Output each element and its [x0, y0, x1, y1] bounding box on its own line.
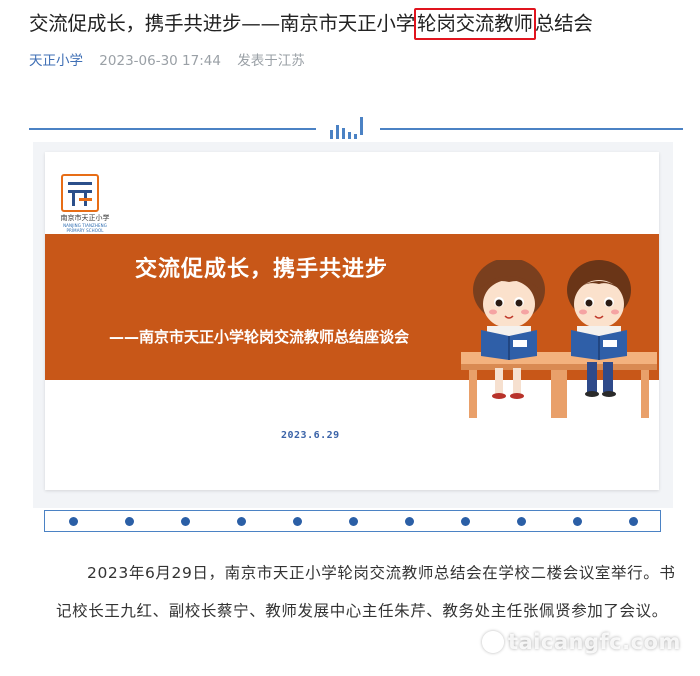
divider-dot	[405, 517, 414, 526]
title-text-after: 总结会	[534, 12, 593, 35]
title-highlight: 轮岗交流教师	[414, 8, 536, 40]
divider-dot	[293, 517, 302, 526]
divider-dot	[573, 517, 582, 526]
title-text-before: 交流促成长，携手共进步——南京市天正小学	[29, 12, 416, 35]
dots-divider	[44, 510, 661, 532]
school-logo-icon	[61, 174, 99, 212]
publish-time: 2023-06-30 17:44	[99, 53, 221, 69]
divider-dot	[517, 517, 526, 526]
article-meta: 天正小学 2023-06-30 17:44 发表于江苏	[29, 50, 305, 72]
watermark-text: taicangfc.com	[508, 630, 681, 654]
account-name-link[interactable]: 天正小学	[29, 53, 83, 69]
divider-dot	[629, 517, 638, 526]
divider-dot	[237, 517, 246, 526]
divider-badge	[316, 115, 380, 143]
divider-dot	[181, 517, 190, 526]
publish-location: 发表于江苏	[237, 53, 305, 69]
divider-dot	[349, 517, 358, 526]
bar-chart-icon	[330, 117, 366, 139]
logo-english-line-2: PRIMARY SCHOOL	[66, 228, 104, 233]
slide-subtitle: ——南京市天正小学轮岗交流教师总结座谈会	[109, 328, 410, 346]
divider-dot	[69, 517, 78, 526]
article-title: 交流促成长，携手共进步——南京市天正小学 轮岗交流教师 总结会	[29, 6, 689, 42]
students-reading-illustration	[461, 260, 657, 418]
logo-school-name: 南京市天正小学	[60, 214, 110, 222]
event-slide-image[interactable]: 南京市天正小学 NANJING TIANZHENG PRIMARY SCHOOL…	[45, 152, 659, 490]
article-paragraph: 2023年6月29日，南京市天正小学轮岗交流教师总结会在学校二楼会议室举行。书记…	[56, 564, 676, 620]
school-logo: 南京市天正小学 NANJING TIANZHENG PRIMARY SCHOOL	[59, 174, 110, 234]
site-watermark: taicangfc.com	[482, 630, 681, 658]
divider-dot	[461, 517, 470, 526]
divider-dot	[125, 517, 134, 526]
watermark-logo-icon	[482, 631, 504, 653]
slide-date: 2023.6.29	[281, 430, 340, 441]
slide-headline: 交流促成长，携手共进步	[135, 257, 389, 282]
